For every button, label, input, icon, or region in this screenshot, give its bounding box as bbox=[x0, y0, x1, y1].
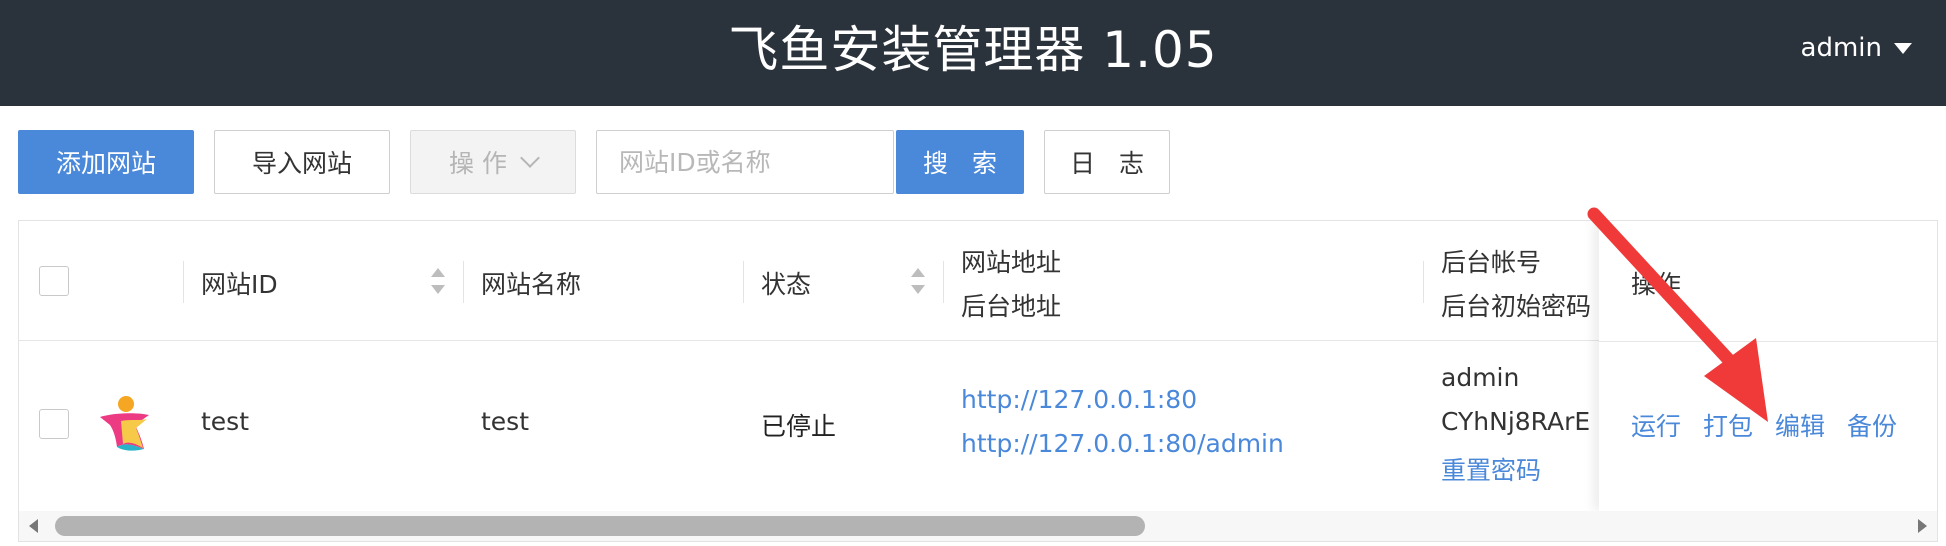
reset-password-link[interactable]: 重置密码 bbox=[1441, 451, 1541, 487]
admin-account-value: admin bbox=[1441, 363, 1520, 392]
top-header: 飞鱼安装管理器 1.05 admin bbox=[0, 0, 1946, 106]
app-title: 飞鱼安装管理器 1.05 bbox=[728, 21, 1218, 79]
caret-down-icon bbox=[1894, 42, 1912, 54]
admin-password-value: CYhNj8RArE bbox=[1441, 407, 1591, 436]
column-divider bbox=[183, 261, 184, 303]
sites-table: 网站ID 网站名称 状态 网站地址 后台地址 后台帐号 后台初始密码 test … bbox=[18, 220, 1938, 542]
admin-url-link[interactable]: http://127.0.0.1:80/admin bbox=[961, 429, 1284, 458]
column-divider bbox=[743, 261, 744, 303]
select-all-checkbox[interactable] bbox=[39, 266, 69, 296]
sort-icon[interactable] bbox=[911, 268, 925, 294]
user-menu[interactable]: admin bbox=[1801, 28, 1912, 68]
column-header-operations: 操作 bbox=[1631, 270, 1682, 299]
column-divider bbox=[943, 261, 944, 303]
search-button[interactable]: 搜 索 bbox=[896, 130, 1024, 194]
username: admin bbox=[1800, 33, 1882, 63]
operations-dropdown[interactable]: 操 作 bbox=[410, 130, 576, 194]
header-divider bbox=[1599, 341, 1937, 342]
log-button[interactable]: 日 志 bbox=[1044, 130, 1170, 194]
site-id-value: test bbox=[201, 407, 250, 436]
column-header-site-name: 网站名称 bbox=[481, 270, 582, 299]
backup-action-link[interactable]: 备份 bbox=[1847, 407, 1897, 443]
scroll-left-icon[interactable] bbox=[29, 519, 38, 533]
scroll-right-icon[interactable] bbox=[1918, 519, 1927, 533]
import-site-button[interactable]: 导入网站 bbox=[214, 130, 390, 194]
column-divider bbox=[1423, 261, 1424, 303]
column-header-site-url: 网站地址 bbox=[961, 248, 1062, 277]
pack-action-link[interactable]: 打包 bbox=[1703, 407, 1753, 443]
search-input[interactable] bbox=[596, 130, 894, 194]
column-divider bbox=[463, 261, 464, 303]
site-name-value: test bbox=[481, 407, 530, 436]
column-header-admin-password: 后台初始密码 bbox=[1441, 292, 1592, 321]
status-value: 已停止 bbox=[761, 412, 837, 441]
column-header-status[interactable]: 状态 bbox=[761, 265, 811, 301]
horizontal-scrollbar[interactable] bbox=[19, 511, 1937, 541]
sort-icon[interactable] bbox=[431, 268, 445, 294]
star-person-logo-icon bbox=[100, 396, 149, 451]
site-url-link[interactable]: http://127.0.0.1:80 bbox=[961, 385, 1197, 414]
column-header-admin-url: 后台地址 bbox=[961, 292, 1062, 321]
operations-dropdown-label: 操 作 bbox=[449, 149, 507, 178]
scrollbar-thumb[interactable] bbox=[55, 516, 1145, 536]
column-header-admin-account: 后台帐号 bbox=[1441, 248, 1542, 277]
column-header-site-id[interactable]: 网站ID bbox=[201, 265, 278, 301]
row-checkbox[interactable] bbox=[39, 409, 69, 439]
page: 飞鱼安装管理器 1.05 admin 添加网站 导入网站 操 作 搜 索 日 志… bbox=[0, 0, 1946, 546]
edit-action-link[interactable]: 编辑 bbox=[1775, 407, 1825, 443]
chevron-down-icon bbox=[520, 148, 540, 168]
add-site-button[interactable]: 添加网站 bbox=[18, 130, 194, 194]
run-action-link[interactable]: 运行 bbox=[1631, 407, 1681, 443]
operations-column: 操作 运行 打包 编辑 备份 bbox=[1599, 221, 1937, 511]
